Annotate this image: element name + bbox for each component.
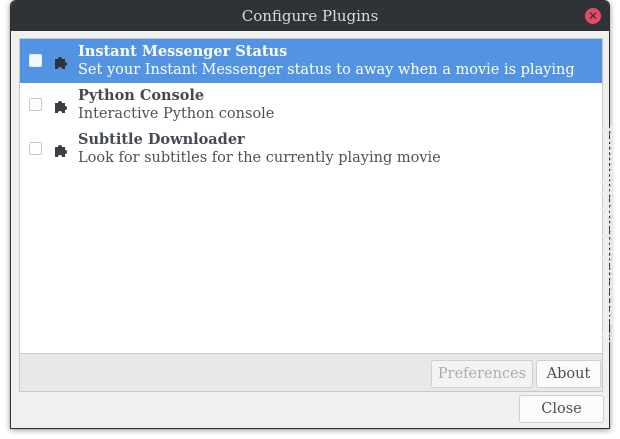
close-icon: ✕ bbox=[587, 9, 599, 23]
window-title: Configure Plugins bbox=[241, 7, 379, 25]
plugin-title: Python Console bbox=[78, 87, 205, 104]
plugin-title: Subtitle Downloader bbox=[78, 131, 245, 148]
plugin-enable-checkbox[interactable] bbox=[29, 98, 42, 111]
puzzle-piece-icon bbox=[55, 145, 67, 157]
plugin-title: Instant Messenger Status bbox=[78, 43, 288, 60]
titlebar: Configure Plugins ✕ bbox=[11, 1, 609, 31]
watermark-text: © screenshots.debian.net bbox=[598, 126, 616, 346]
plugin-row-python-console[interactable]: Python Console Interactive Python consol… bbox=[20, 83, 602, 127]
plugin-actions-bar: Preferences About bbox=[19, 354, 603, 392]
about-button[interactable]: About bbox=[536, 360, 601, 388]
plugin-description: Set your Instant Messenger status to awa… bbox=[78, 62, 575, 78]
puzzle-piece-icon bbox=[55, 101, 67, 113]
plugin-row-instant-messenger-status[interactable]: Instant Messenger Status Set your Instan… bbox=[20, 39, 602, 83]
plugin-enable-checkbox[interactable] bbox=[29, 54, 42, 67]
plugin-list: Instant Messenger Status Set your Instan… bbox=[19, 38, 603, 354]
configure-plugins-dialog: Configure Plugins ✕ Instant Messenger St… bbox=[10, 0, 610, 429]
plugin-description: Look for subtitles for the currently pla… bbox=[78, 150, 441, 166]
plugin-row-subtitle-downloader[interactable]: Subtitle Downloader Look for subtitles f… bbox=[20, 127, 602, 171]
window-close-button[interactable]: ✕ bbox=[585, 8, 601, 24]
plugin-enable-checkbox[interactable] bbox=[29, 142, 42, 155]
preferences-button[interactable]: Preferences bbox=[431, 360, 533, 388]
screenshots-debian-watermark: © screenshots.debian.net bbox=[598, 126, 616, 346]
plugin-description: Interactive Python console bbox=[78, 106, 275, 122]
puzzle-piece-icon bbox=[55, 57, 67, 69]
close-button[interactable]: Close bbox=[519, 395, 604, 423]
